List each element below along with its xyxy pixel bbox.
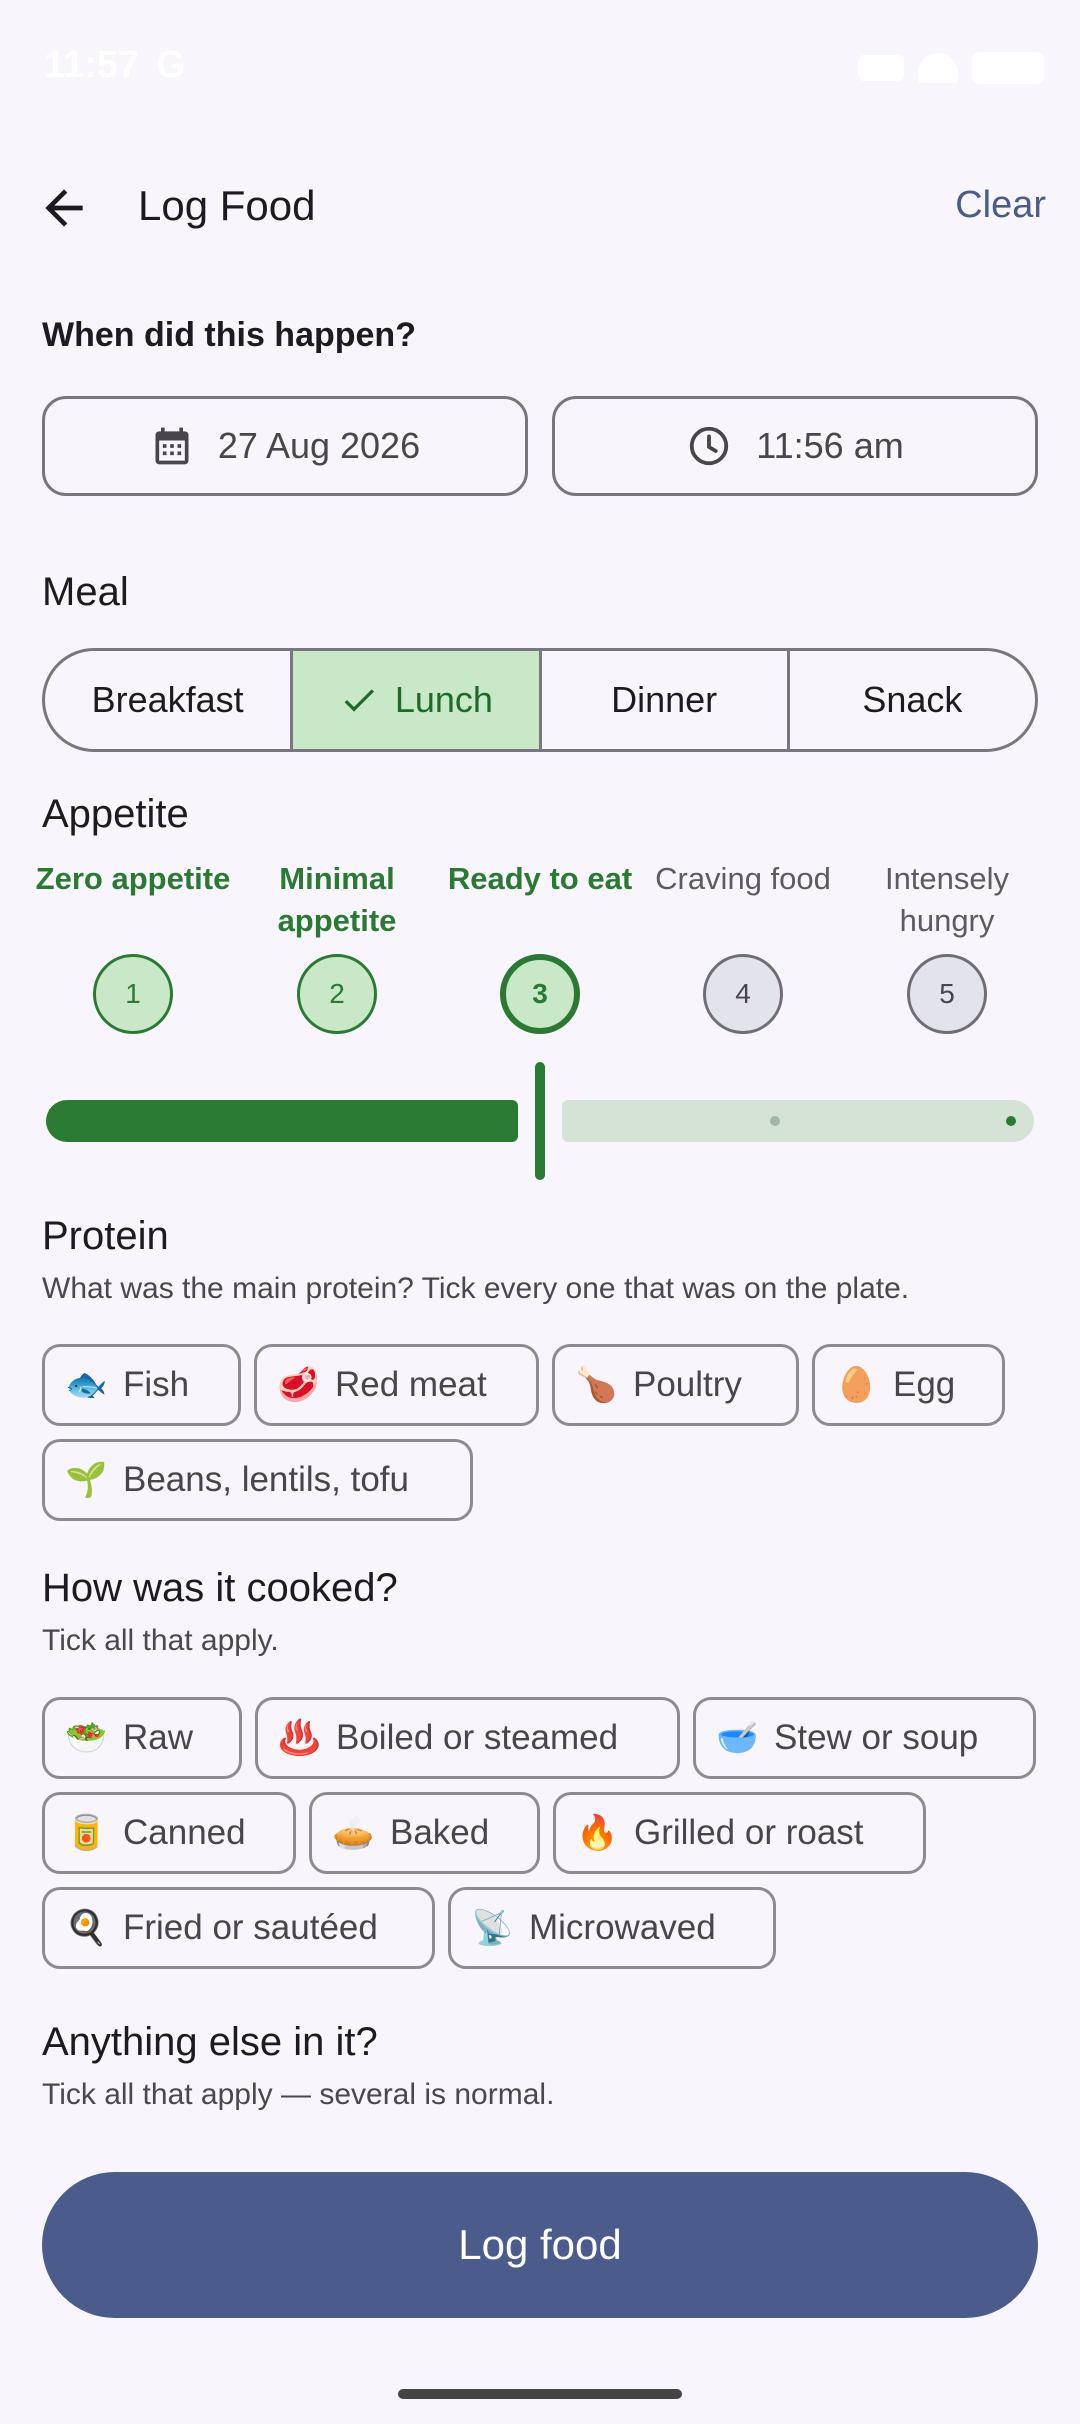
chip-baked[interactable]: 🥧 Baked [309, 1792, 540, 1874]
appetite-number: 5 [907, 954, 987, 1034]
cooked-heading: How was it cooked? [42, 1566, 398, 1610]
meal-option-label: Snack [862, 679, 963, 720]
meal-segmented-control: Breakfast Lunch Dinner Snack [42, 648, 1038, 752]
salad-icon: 🥗 [65, 1718, 108, 1758]
when-question: When did this happen? [42, 316, 416, 354]
chip-label: Egg [893, 1365, 956, 1404]
wifi-icon [918, 53, 958, 83]
appetite-level-5[interactable]: Intensely hungry 5 [847, 858, 1047, 1034]
chip-label: Fried or sautéed [123, 1908, 378, 1947]
meal-option-dinner[interactable]: Dinner [542, 651, 790, 749]
slider-tick [1006, 1116, 1016, 1126]
chip-boiled-or-steamed[interactable]: ♨️ Boiled or steamed [255, 1697, 680, 1779]
cooked-chips: 🥗 Raw ♨️ Boiled or steamed 🥣 Stew or sou… [42, 1697, 1042, 1969]
appetite-number: 3 [500, 954, 580, 1034]
frying-pan-icon: 🍳 [65, 1908, 108, 1948]
status-bar: 11:57 G [0, 0, 1080, 140]
microwave-icon: 📡 [471, 1908, 514, 1948]
chip-red-meat[interactable]: 🥩 Red meat [254, 1344, 539, 1426]
clear-button[interactable]: Clear [955, 184, 1046, 227]
chip-label: Grilled or roast [634, 1813, 864, 1852]
appetite-number: 1 [93, 954, 173, 1034]
protein-chips: 🐟 Fish 🥩 Red meat 🍗 Poultry 🥚 Egg 🌱 Bean… [42, 1344, 1042, 1521]
appetite-level-4[interactable]: Craving food 4 [643, 858, 843, 1034]
calendar-icon [155, 427, 189, 465]
google-icon: G [156, 44, 186, 86]
chip-fish[interactable]: 🐟 Fish [42, 1344, 241, 1426]
chip-label: Microwaved [529, 1908, 716, 1947]
page-title: Log Food [138, 182, 316, 229]
meal-option-label: Breakfast [91, 679, 244, 720]
appetite-label: Zero appetite [35, 861, 231, 896]
date-field[interactable]: 27 Aug 2026 [42, 396, 528, 496]
chip-grilled-or-roast[interactable]: 🔥 Grilled or roast [553, 1792, 926, 1874]
status-time: 11:57 [44, 44, 140, 86]
appetite-label: Ready to eat [447, 861, 633, 896]
meal-option-breakfast[interactable]: Breakfast [45, 651, 294, 749]
time-value: 11:56 am [756, 425, 904, 466]
appetite-level-1[interactable]: Zero appetite 1 [33, 858, 233, 1034]
appetite-number: 4 [703, 954, 783, 1034]
meal-option-lunch[interactable]: Lunch [293, 651, 542, 749]
signal-icon [858, 55, 904, 81]
chip-stew-or-soup[interactable]: 🥣 Stew or soup [693, 1697, 1036, 1779]
chip-label: Boiled or steamed [336, 1718, 619, 1757]
chip-fried-or-sauteed[interactable]: 🍳 Fried or sautéed [42, 1887, 435, 1969]
fire-icon: 🔥 [576, 1813, 619, 1853]
protein-subtitle: What was the main protein? Tick every on… [42, 1272, 910, 1305]
chip-beans-lentils-tofu[interactable]: 🌱 Beans, lentils, tofu [42, 1439, 473, 1521]
log-food-button[interactable]: Log food [42, 2172, 1038, 2318]
check-icon [344, 689, 374, 712]
chip-poultry[interactable]: 🍗 Poultry [552, 1344, 799, 1426]
appetite-number: 2 [297, 954, 377, 1034]
top-app-bar: Log Food Clear [0, 150, 1080, 260]
egg-icon: 🥚 [835, 1365, 878, 1405]
chip-canned[interactable]: 🥫 Canned [42, 1792, 296, 1874]
appetite-label: Craving food [655, 861, 831, 896]
chip-egg[interactable]: 🥚 Egg [812, 1344, 1005, 1426]
slider-active-track [46, 1100, 518, 1142]
protein-heading: Protein [42, 1214, 169, 1258]
fish-icon: 🐟 [65, 1365, 108, 1405]
bowl-icon: 🥣 [716, 1718, 759, 1758]
status-icons [858, 52, 1044, 84]
chip-label: Stew or soup [774, 1718, 979, 1757]
chip-label: Red meat [335, 1365, 487, 1404]
slider-inactive-track [562, 1100, 1034, 1142]
slider-tick [770, 1116, 780, 1126]
battery-icon [972, 52, 1044, 84]
else-heading: Anything else in it? [42, 2020, 378, 2064]
chip-microwaved[interactable]: 📡 Microwaved [448, 1887, 776, 1969]
steam-icon: ♨️ [278, 1718, 321, 1758]
time-field[interactable]: 11:56 am [552, 396, 1038, 496]
poultry-icon: 🍗 [575, 1365, 618, 1405]
appetite-label: Minimal appetite [277, 861, 397, 938]
chip-label: Baked [390, 1813, 490, 1852]
meat-icon: 🥩 [277, 1365, 320, 1405]
chip-label: Beans, lentils, tofu [123, 1460, 409, 1499]
can-icon: 🥫 [65, 1813, 108, 1853]
clock-icon [690, 426, 729, 466]
appetite-heading: Appetite [42, 792, 189, 836]
home-indicator[interactable] [398, 2389, 682, 2399]
chip-label: Poultry [633, 1365, 742, 1404]
seedling-icon: 🌱 [65, 1460, 108, 1500]
back-arrow-icon[interactable] [36, 180, 92, 236]
chip-label: Fish [123, 1365, 190, 1404]
meal-option-label: Dinner [611, 679, 718, 720]
meal-option-snack[interactable]: Snack [790, 651, 1035, 749]
appetite-label: Intensely hungry [884, 861, 1010, 938]
cooked-subtitle: Tick all that apply. [42, 1624, 279, 1657]
date-value: 27 Aug 2026 [217, 425, 421, 466]
meal-heading: Meal [42, 570, 129, 614]
meal-option-label: Lunch [394, 679, 493, 720]
else-subtitle: Tick all that apply — several is normal. [42, 2078, 555, 2111]
pie-icon: 🥧 [332, 1813, 375, 1853]
appetite-level-2[interactable]: Minimal appetite 2 [237, 858, 437, 1034]
slider-handle[interactable] [535, 1062, 545, 1180]
chip-raw[interactable]: 🥗 Raw [42, 1697, 242, 1779]
chip-label: Raw [123, 1718, 194, 1757]
appetite-level-3[interactable]: Ready to eat 3 [440, 858, 640, 1034]
chip-label: Canned [123, 1813, 246, 1852]
